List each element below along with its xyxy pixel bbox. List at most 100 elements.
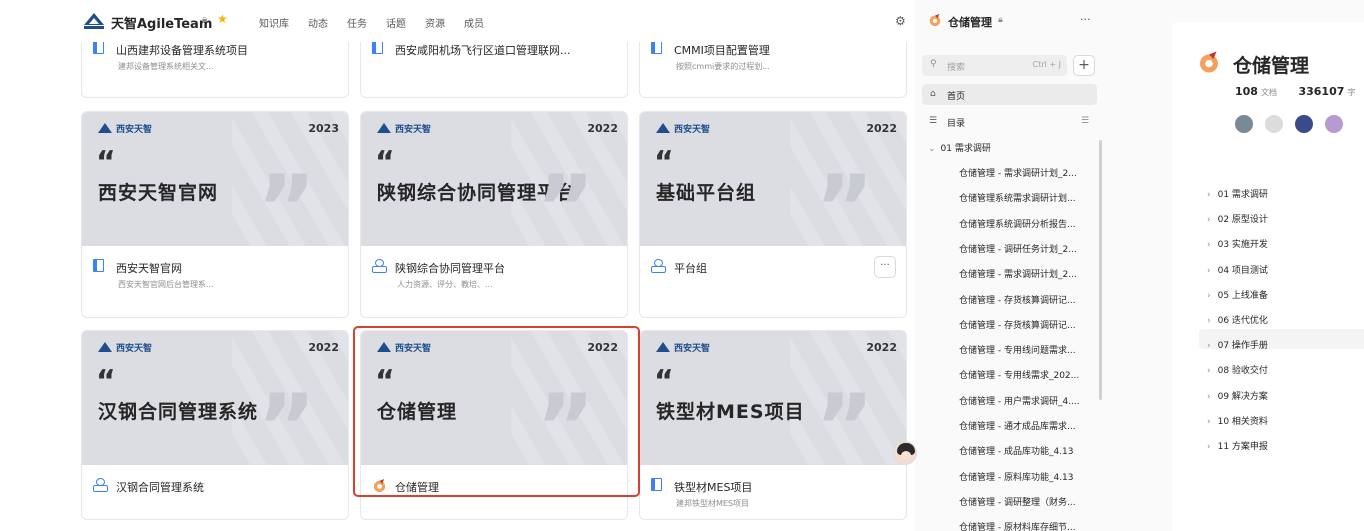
cover-brand: 西安天智 <box>656 341 710 354</box>
cover-title: 汉钢合同管理系统 <box>98 401 259 423</box>
avatar[interactable] <box>1295 115 1313 133</box>
quote-icon: “ <box>654 145 674 180</box>
card-name: 平台组 <box>674 262 707 275</box>
toc-group-item[interactable]: › 06 迭代优化 <box>1207 313 1268 326</box>
toc-group-item[interactable]: › 04 项目测试 <box>1207 263 1268 276</box>
chevron-right-icon: › <box>1207 416 1211 427</box>
team-name[interactable]: 天智AgileTeam <box>111 13 212 32</box>
knowledge-card[interactable]: 西安天智 2022 “ 陕钢综合协同管理平台 ” 陕钢综合协同管理平台 人力资源… <box>360 111 628 318</box>
knowledge-card[interactable]: 西安天智 2022 “ 基础平台组 ” 平台组 ··· <box>639 111 907 318</box>
toc-group-item[interactable]: › 01 需求调研 <box>1207 187 1268 200</box>
nav-knowledge[interactable]: 知识库 <box>259 15 289 30</box>
toc-icon: ☰ <box>929 116 938 126</box>
chevron-right-icon: › <box>1207 240 1211 251</box>
toc-doc-item[interactable]: 仓储管理 - 存货核算调研记... <box>959 293 1087 306</box>
chevron-right-icon: › <box>1207 316 1211 326</box>
search-input[interactable]: ⚲ 搜索 Ctrl + J <box>922 55 1067 76</box>
toc-group-item[interactable]: › 03 实施开发 <box>1207 237 1268 250</box>
cover-brand: 西安天智 <box>98 341 152 354</box>
toc-doc-item[interactable]: 仓储管理 - 需求调研计划_2... <box>959 267 1087 280</box>
book-sidebar: 仓储管理 🔒︎ ··· ⚲ 搜索 Ctrl + J + ⌂ 首页 ☰ 目录 ☰ … <box>915 0 1102 531</box>
card-cover: 西安天智 2023 “ 西安天智官网 ” <box>82 112 348 246</box>
card-name: 陕钢综合协同管理平台 <box>395 262 505 275</box>
toc-group-label: 11 方案申报 <box>1217 442 1268 452</box>
toc-group-label: 08 验收交付 <box>1217 366 1268 377</box>
star-icon[interactable]: ★ <box>217 12 228 26</box>
team-nav: 知识库 动态 任务 话题 资源 成员 <box>259 15 503 30</box>
book-icon <box>93 41 104 58</box>
chevron-right-icon: › <box>1207 215 1211 226</box>
cover-title: 铁型材MES项目 <box>656 401 805 423</box>
card-cover: 西安天智 2022 “ 陕钢综合协同管理平台 ” <box>361 112 627 246</box>
toc-doc-item[interactable]: 仓储管理 - 需求调研计划_2... <box>959 166 1087 179</box>
book-icon <box>651 478 662 495</box>
chevron-right-icon: › <box>1207 391 1211 402</box>
knowledge-card[interactable]: 西安天智 2022 “ 铁型材MES项目 ” 铁型材MES项目 建邦铁型材MES… <box>639 330 907 520</box>
toc-group-item[interactable]: › 05 上线准备 <box>1207 288 1268 301</box>
toc-doc-item[interactable]: 仓储管理 - 原料库功能_4.13 <box>959 470 1087 483</box>
toc-doc-item[interactable]: 仓储管理 - 通才成品库需求... <box>959 419 1087 432</box>
quote-icon: “ <box>375 145 395 180</box>
toc-group-label: 06 迭代优化 <box>1217 316 1268 326</box>
toc-doc-item[interactable]: 仓储管理 - 用户需求调研_4.... <box>959 394 1087 407</box>
toc-group-label: 04 项目测试 <box>1217 265 1268 276</box>
toc-group-label: 07 操作手册 <box>1217 341 1268 352</box>
quote-deco-icon: ” <box>814 375 874 466</box>
card-name: 山西建邦设备管理系统项目 <box>116 44 248 57</box>
toc-doc-item[interactable]: 仓储管理 - 调研整理（财务... <box>959 495 1087 508</box>
toc-doc-item[interactable]: 仓储管理 - 原材料库存细节... <box>959 520 1087 531</box>
nav-activity[interactable]: 动态 <box>308 15 328 30</box>
group-icon <box>372 259 387 275</box>
cover-year: 2022 <box>308 341 339 354</box>
toc-group-item[interactable]: › 09 解决方案 <box>1207 389 1268 402</box>
toc-group-item[interactable]: › 08 验收交付 <box>1207 363 1268 376</box>
warehouse-icon <box>929 13 941 27</box>
nav-members[interactable]: 成员 <box>464 15 484 30</box>
nav-resources[interactable]: 资源 <box>425 15 445 30</box>
nav-topics[interactable]: 话题 <box>386 15 406 30</box>
quote-icon: “ <box>96 145 116 180</box>
card-more-button[interactable]: ··· <box>874 256 896 278</box>
knowledge-card[interactable]: 西安天智 2022 “ 汉钢合同管理系统 ” 汉钢合同管理系统 <box>81 330 349 520</box>
avatar[interactable] <box>1235 115 1253 133</box>
gear-icon[interactable]: ⚙ <box>895 14 906 28</box>
card-cover: 西安天智 2022 “ 汉钢合同管理系统 ” <box>82 331 348 465</box>
knowledge-card[interactable]: 西安天智 2023 “ 西安天智官网 ” 西安天智官网 西安天智官网后台管理系.… <box>81 111 349 318</box>
toc-doc-item[interactable]: 仓储管理 - 专用线问题需求... <box>959 343 1087 356</box>
selection-highlight <box>353 326 640 497</box>
toc-group-label: 05 上线准备 <box>1217 290 1268 301</box>
search-shortcut: Ctrl + J <box>1032 60 1061 69</box>
card-cover: 西安天智 2022 “ 铁型材MES项目 ” <box>640 331 906 466</box>
quote-deco-icon: ” <box>814 156 874 247</box>
sidebar-item-label: 首页 <box>947 92 966 102</box>
sidebar-title[interactable]: 仓储管理 <box>948 14 992 30</box>
book-icon <box>651 41 662 58</box>
chevron-right-icon: › <box>1207 341 1211 352</box>
toc-collapse-icon[interactable]: ☰ <box>1081 116 1089 126</box>
avatar[interactable] <box>1265 115 1283 133</box>
doc-count: 108 <box>1235 85 1258 98</box>
toc-group-item[interactable]: › 07 操作手册 <box>1207 338 1268 351</box>
chevron-right-icon: › <box>1207 265 1211 276</box>
toc-group-item[interactable]: › 02 原型设计 <box>1207 212 1268 225</box>
avatar[interactable] <box>1325 115 1343 133</box>
assistant-avatar[interactable] <box>893 441 917 465</box>
add-button[interactable]: + <box>1073 55 1095 76</box>
toc-doc-item[interactable]: 仓储管理 - 调研任务计划_2... <box>959 242 1087 255</box>
toc-group-item[interactable]: › 10 相关资料 <box>1207 414 1268 427</box>
card-desc: 建邦铁型材MES项目 <box>676 499 750 508</box>
nav-tasks[interactable]: 任务 <box>347 15 367 30</box>
doc-label: 文档 <box>1260 88 1277 97</box>
word-count: 336107 <box>1298 85 1345 98</box>
toc-group[interactable]: ⌄ 01 需求调研 <box>928 141 991 154</box>
toc-doc-item[interactable]: 仓储管理系统调研分析报告... <box>959 217 1087 230</box>
toc-doc-item[interactable]: 仓储管理系统需求调研计划... <box>959 191 1087 204</box>
more-button[interactable]: ··· <box>1080 13 1091 26</box>
toc-group-label: 02 原型设计 <box>1217 215 1268 226</box>
toc-doc-item[interactable]: 仓储管理 - 专用线需求_202... <box>959 368 1087 381</box>
toc-group-item[interactable]: › 11 方案申报 <box>1207 439 1268 452</box>
quote-icon: “ <box>96 364 116 399</box>
sidebar-item-home[interactable]: ⌂ 首页 <box>922 84 1097 105</box>
toc-doc-item[interactable]: 仓储管理 - 成品库功能_4.13 <box>959 444 1087 457</box>
toc-doc-item[interactable]: 仓储管理 - 存货核算调研记... <box>959 318 1087 331</box>
